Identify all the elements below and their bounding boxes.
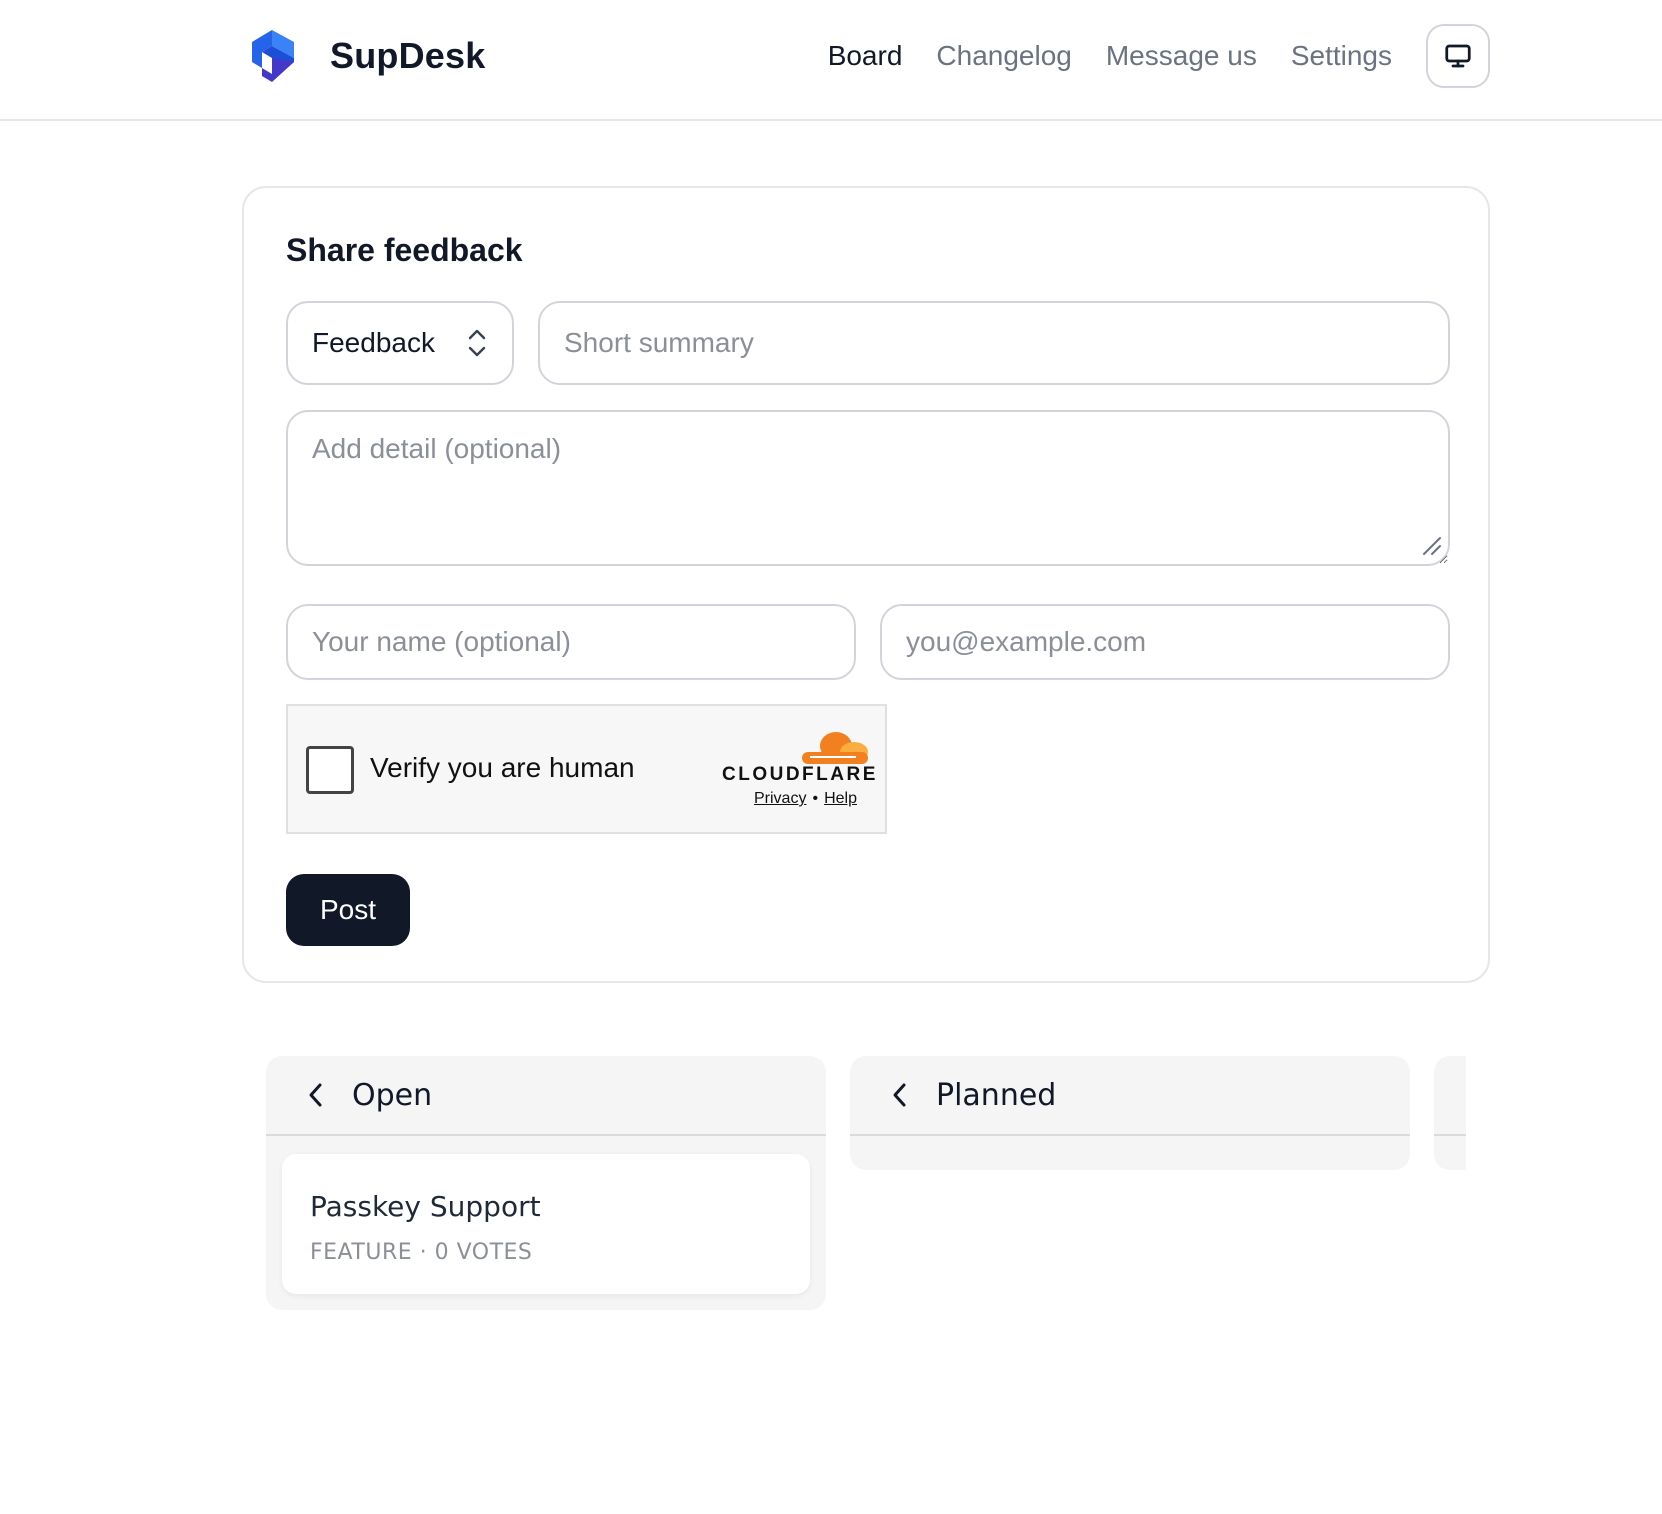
- feedback-type-value: Feedback: [312, 327, 435, 358]
- theme-toggle-button[interactable]: [1426, 24, 1490, 88]
- feedback-type-select[interactable]: Feedback: [286, 301, 514, 385]
- name-input[interactable]: [286, 604, 856, 680]
- nav-message-us[interactable]: Message us: [1106, 24, 1257, 88]
- summary-input[interactable]: [538, 301, 1450, 385]
- supdesk-logo-icon: [252, 30, 294, 82]
- brand[interactable]: SupDesk: [248, 28, 485, 84]
- resize-handle-icon[interactable]: [1422, 536, 1442, 556]
- post-card[interactable]: Passkey Support FEATURE · 0 VOTES: [282, 1154, 810, 1294]
- column-title: Planned: [936, 1077, 1057, 1113]
- captcha-checkbox[interactable]: [306, 746, 354, 794]
- captcha-widget: Verify you are human CLOUDFLARE Privacy •…: [286, 704, 887, 834]
- post-title: Passkey Support: [310, 1190, 541, 1223]
- nav-settings[interactable]: Settings: [1291, 24, 1392, 88]
- column-header: [1434, 1056, 1466, 1136]
- column-collapse-button[interactable]: [296, 1075, 336, 1115]
- chevron-up-down-icon: [468, 329, 486, 357]
- cloudflare-wordmark: CLOUDFLARE: [722, 764, 878, 785]
- share-feedback-card: Share feedback Feedback Verify you are h…: [242, 186, 1490, 983]
- captcha-privacy-link[interactable]: Privacy: [754, 790, 806, 807]
- post-meta: FEATURE · 0 VOTES: [310, 1240, 533, 1265]
- monitor-icon: [1445, 44, 1471, 68]
- nav-changelog[interactable]: Changelog: [936, 24, 1071, 88]
- column-title: Open: [352, 1077, 433, 1113]
- captcha-help-link[interactable]: Help: [824, 790, 857, 807]
- nav-board[interactable]: Board: [828, 24, 903, 88]
- main-nav: Board Changelog Message us Settings: [794, 24, 1490, 88]
- email-input[interactable]: [880, 604, 1450, 680]
- column-header: Open: [266, 1056, 826, 1136]
- captcha-links-separator: •: [812, 790, 819, 807]
- brand-name: SupDesk: [330, 35, 486, 76]
- column-collapse-button[interactable]: [880, 1075, 920, 1115]
- card-title: Share feedback: [286, 232, 523, 268]
- detail-textarea[interactable]: [286, 410, 1450, 566]
- top-header: SupDesk Board Changelog Message us Setti…: [0, 0, 1662, 121]
- board-column-partial: [1434, 1056, 1466, 1170]
- column-header: Planned: [850, 1056, 1410, 1136]
- chevron-left-icon: [309, 1083, 322, 1107]
- captcha-links: Privacy • Help: [754, 790, 857, 808]
- cloudflare-cloud-icon: [802, 732, 868, 764]
- post-button[interactable]: Post: [286, 874, 410, 946]
- board-column-planned: Planned: [850, 1056, 1410, 1170]
- chevron-left-icon: [893, 1083, 906, 1107]
- board-column-open: Open Passkey Support FEATURE · 0 VOTES: [266, 1056, 826, 1310]
- captcha-label: Verify you are human: [370, 752, 635, 783]
